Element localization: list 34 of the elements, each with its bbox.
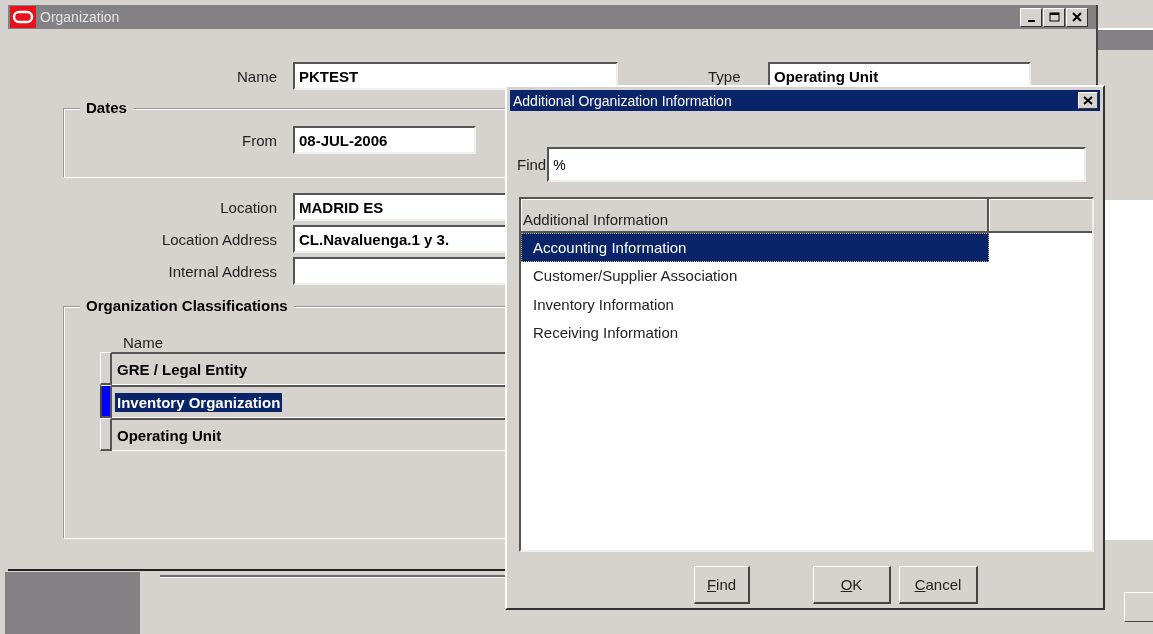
column-header: Name [123, 334, 163, 351]
maximize-button[interactable] [1043, 7, 1065, 27]
dialog-button[interactable]: Find [694, 566, 750, 604]
row-indicator[interactable] [100, 385, 112, 418]
field-label: Location Address [160, 230, 278, 248]
date-field[interactable]: 08-JUL-2006 [293, 126, 476, 154]
group-title: Organization Classifications [80, 297, 294, 314]
row-indicator[interactable] [100, 418, 112, 451]
field-label: Find [517, 156, 547, 173]
close-button[interactable] [1078, 92, 1098, 109]
app-logo-icon [10, 6, 36, 28]
dialog-button[interactable]: OK [813, 566, 891, 604]
minimize-icon [1027, 19, 1035, 22]
field-label: Location [219, 198, 278, 216]
search-field[interactable]: % [547, 147, 1087, 182]
close-icon [1083, 96, 1093, 105]
list-item[interactable]: Customer/Supplier Association [521, 261, 989, 290]
window-title: Organization [40, 9, 120, 25]
minimize-button[interactable] [1020, 7, 1042, 27]
close-button[interactable] [1066, 7, 1088, 27]
list-item[interactable]: Receiving Information [521, 318, 989, 347]
close-icon [1072, 12, 1082, 22]
dialog-title: Additional Organization Information [513, 92, 732, 109]
list-item[interactable]: Accounting Information [521, 233, 989, 262]
field-label: From [241, 131, 278, 149]
dialog-button[interactable]: Cancel [899, 566, 978, 604]
field-label: Type [708, 67, 742, 85]
list-item[interactable]: Inventory Information [521, 290, 989, 319]
field-label: Internal Address [167, 262, 278, 280]
text-field[interactable]: PKTEST [293, 62, 618, 90]
maximize-icon [1048, 12, 1060, 22]
row-indicator[interactable] [100, 352, 112, 385]
field-label: Name [236, 67, 278, 85]
column-header: Additional Information [521, 199, 989, 231]
